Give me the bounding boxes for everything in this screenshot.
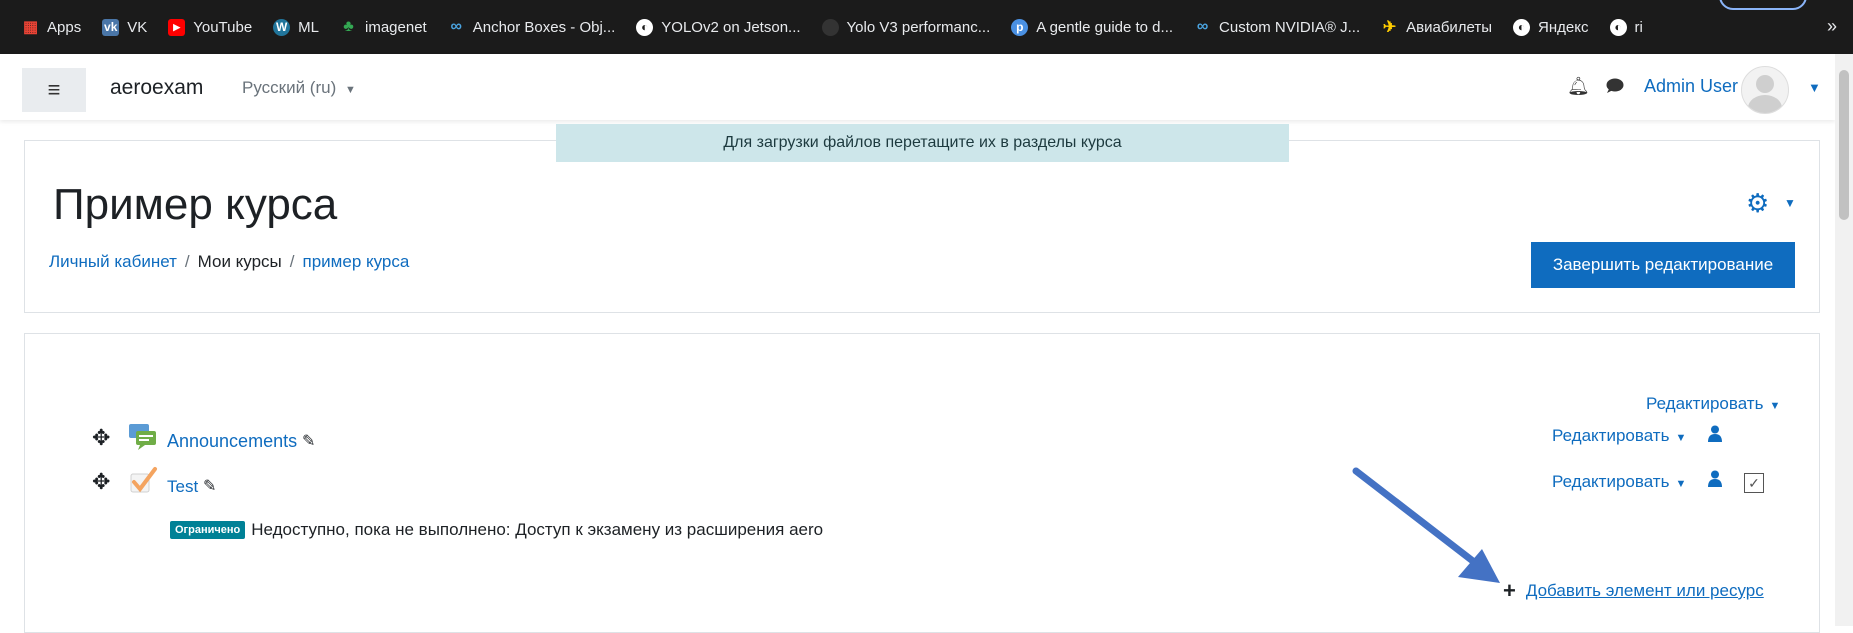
bookmark-custom-nvidia[interactable]: ∞ Custom NVIDIA® J... <box>1194 18 1360 36</box>
bookmark-ml[interactable]: W ML <box>273 18 319 36</box>
restriction-text: Недоступно, пока не выполнено: Доступ к … <box>251 520 824 539</box>
move-icon[interactable]: ✥ <box>92 425 110 451</box>
bookmark-aviabilety[interactable]: ✈ Авиабилеты <box>1381 19 1492 37</box>
coursera-icon: ∞ <box>1196 18 1209 35</box>
chat-icon[interactable] <box>1606 78 1624 99</box>
breadcrumb-my-courses: Мои курсы <box>197 252 282 271</box>
caret-down-icon: ▼ <box>344 84 356 96</box>
bookmark-vk[interactable]: vk VK <box>102 18 147 36</box>
scrollbar-thumb[interactable] <box>1839 70 1849 220</box>
apps-grid-icon: ▦ <box>22 19 39 36</box>
coursera-icon: ∞ <box>450 18 462 35</box>
caret-down-icon: ▼ <box>1675 478 1687 490</box>
youtube-icon: ▶ <box>168 18 186 36</box>
activity-edit-menu[interactable]: Редактировать ▼ <box>1552 426 1686 446</box>
breadcrumb-separator: / <box>184 252 190 271</box>
bookmarks-bar: ▦ Apps vk VK ▶ YouTube W ML ♣ imagenet ∞… <box>0 0 1853 54</box>
vk-icon: vk <box>102 18 120 36</box>
breadcrumb-dashboard[interactable]: Личный кабинет <box>49 252 177 272</box>
bell-icon[interactable]: 🔔︎ <box>1567 76 1590 97</box>
imagenet-icon: ♣ <box>343 18 354 35</box>
pencil-icon[interactable]: ✎ <box>203 476 216 496</box>
move-icon[interactable]: ✥ <box>92 469 110 495</box>
globe-icon: ◐ <box>1513 18 1531 36</box>
person-icon[interactable] <box>1708 425 1722 447</box>
globe-icon: ◐ <box>1609 18 1627 36</box>
avatar[interactable] <box>1741 66 1789 114</box>
add-activity-button[interactable]: + Добавить элемент или ресурс <box>1503 578 1764 604</box>
activity-link-test[interactable]: Test <box>167 477 198 497</box>
user-menu-caret-icon[interactable]: ▼ <box>1808 80 1821 95</box>
github-icon <box>821 18 839 36</box>
bookmark-apps[interactable]: ▦ Apps <box>22 19 81 37</box>
bookmark-gentle-guide[interactable]: p A gentle guide to d... <box>1011 18 1173 36</box>
activity-link-announcements[interactable]: Announcements <box>167 431 297 452</box>
restriction-info: Ограничено Недоступно, пока не выполнено… <box>170 520 823 540</box>
bookmark-imagenet[interactable]: ♣ imagenet <box>340 18 426 36</box>
restricted-badge: Ограничено <box>170 521 246 539</box>
forum-icon <box>128 421 158 451</box>
annotation-arrow-icon <box>1352 467 1500 583</box>
gear-icon[interactable]: ⚙ <box>1746 188 1769 219</box>
user-menu-name[interactable]: Admin User <box>1644 76 1738 97</box>
globe-icon: ◐ <box>636 18 654 36</box>
pencil-icon[interactable]: ✎ <box>302 431 315 451</box>
breadcrumb-course[interactable]: пример курса <box>303 252 410 272</box>
completion-checkbox-icon[interactable]: ✓ <box>1744 473 1764 493</box>
add-activity-label: Добавить элемент или ресурс <box>1525 581 1764 600</box>
plane-icon: ✈ <box>1382 19 1397 36</box>
section-edit-menu[interactable]: Редактировать ▼ <box>1646 394 1780 414</box>
hamburger-icon: ≡ <box>47 77 61 102</box>
bookmark-anchor-boxes[interactable]: ∞ Anchor Boxes - Obj... <box>448 18 616 36</box>
person-icon[interactable] <box>1708 470 1722 492</box>
bookmark-yandex[interactable]: ◐ Яндекс <box>1513 18 1589 36</box>
caret-down-icon[interactable]: ▼ <box>1784 196 1796 210</box>
caret-down-icon: ▼ <box>1769 400 1781 412</box>
breadcrumb: Личный кабинет / Мои курсы / пример курс… <box>49 252 409 272</box>
caret-down-icon: ▼ <box>1675 432 1687 444</box>
bookmark-yolov2[interactable]: ◐ YOLOv2 on Jetson... <box>636 18 801 36</box>
language-selector[interactable]: Русский (ru) ▼ <box>242 78 356 98</box>
bookmark-ri[interactable]: ◐ ri <box>1609 18 1643 36</box>
page-title: Пример курса <box>53 180 338 229</box>
wordpress-icon: W <box>273 18 291 36</box>
bookmark-yolov3[interactable]: Yolo V3 performanc... <box>821 18 990 36</box>
menu-toggle-button[interactable]: ≡ <box>22 68 86 112</box>
finish-editing-button[interactable]: Завершить редактирование <box>1531 242 1795 288</box>
plus-icon: + <box>1503 578 1516 603</box>
breadcrumb-separator: / <box>289 252 295 271</box>
site-brand[interactable]: aeroexam <box>110 76 203 100</box>
more-bookmarks-icon[interactable]: » <box>1827 16 1837 37</box>
bookmark-youtube[interactable]: ▶ YouTube <box>168 18 252 36</box>
drop-files-hint: Для загрузки файлов перетащите их в разд… <box>556 124 1289 162</box>
activity-edit-menu[interactable]: Редактировать ▼ <box>1552 472 1686 492</box>
quiz-icon <box>128 466 158 496</box>
profile-pill[interactable] <box>1719 0 1807 10</box>
p-icon: p <box>1011 18 1029 36</box>
